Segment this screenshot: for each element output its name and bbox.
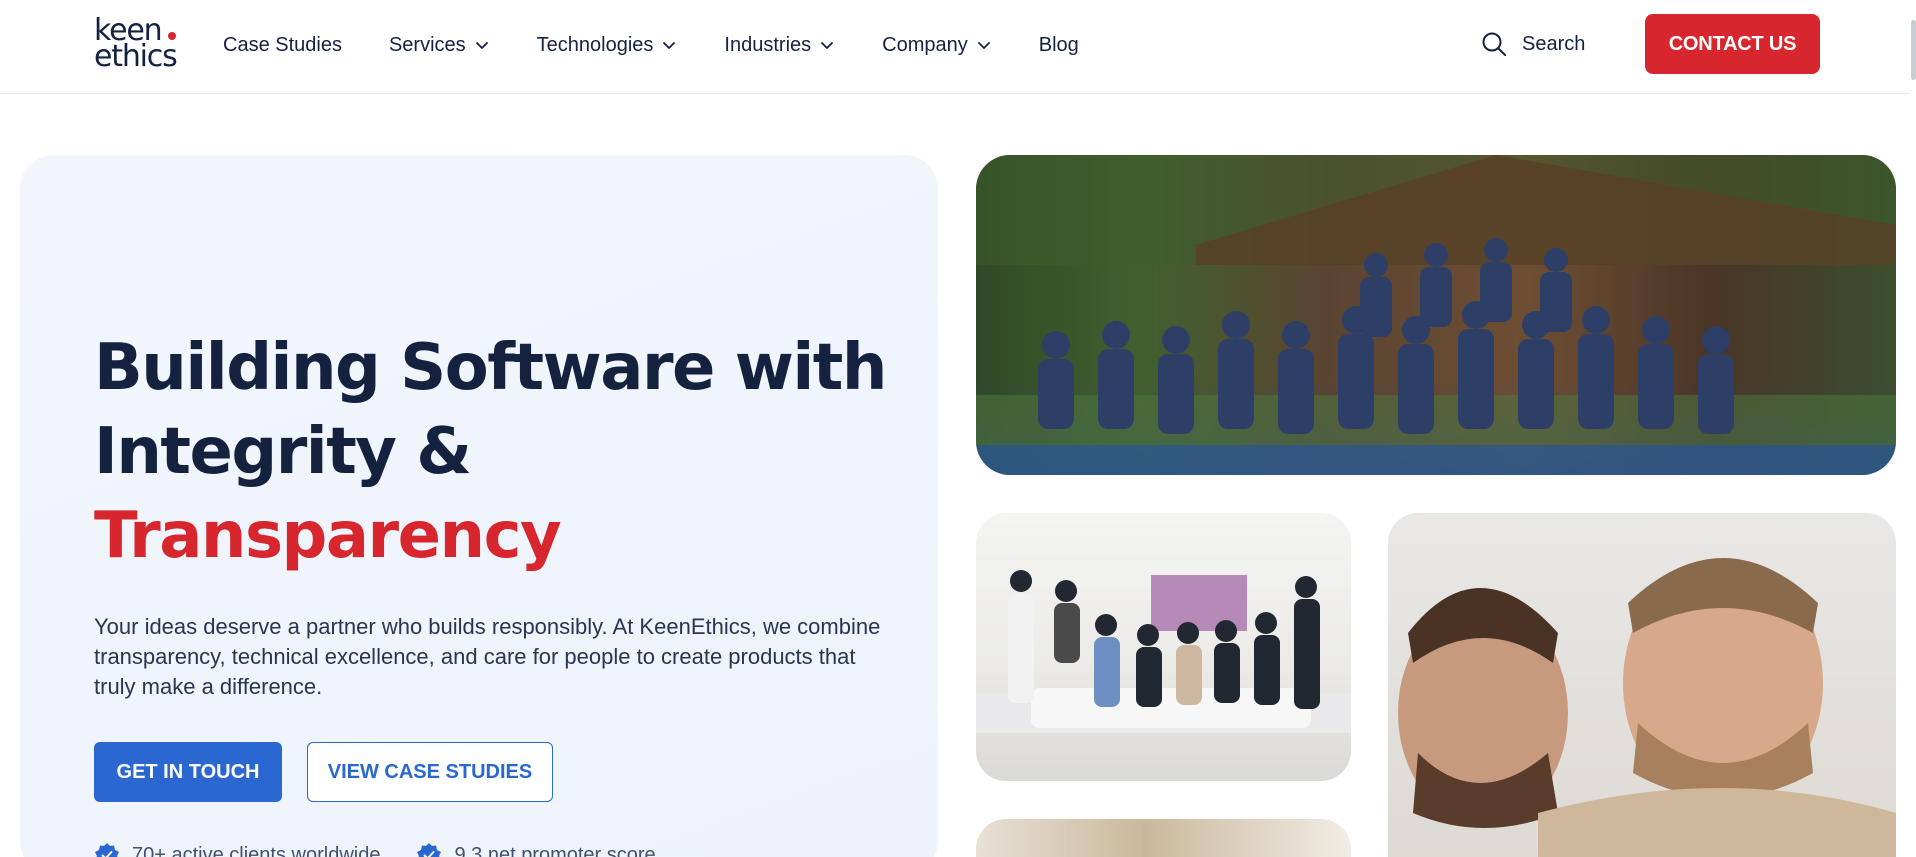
verified-badge-icon [95, 843, 119, 857]
nav-item-label: Blog [1038, 33, 1079, 56]
view-case-studies-button[interactable]: VIEW CASE STUDIES [307, 742, 553, 802]
nav-item-label: Industries [724, 33, 812, 56]
stat-label: 9.3 net promoter score [454, 843, 656, 857]
nav-item-case-studies[interactable]: Case Studies [223, 34, 342, 57]
get-in-touch-button[interactable]: GET IN TOUCH [94, 742, 282, 802]
scrollbar[interactable] [1910, 0, 1916, 857]
site-header: keen ethics Case Studies Services Techno… [0, 0, 1916, 94]
hero-description: Your ideas deserve a partner who builds … [94, 614, 881, 699]
team-photo-illustration [976, 155, 1896, 475]
nav-item-technologies[interactable]: Technologies [537, 34, 678, 57]
hero-stats: 70+ active clients worldwide 9.3 net pro… [94, 842, 692, 857]
stat-item: 9.3 net promoter score [416, 842, 656, 857]
hero-title-line1: Building Software with [94, 331, 887, 405]
hero-title-line2: Integrity & [94, 415, 472, 489]
scrollbar-thumb[interactable] [1911, 20, 1916, 80]
stat-item: 70+ active clients worldwide [94, 842, 380, 857]
search-button[interactable]: Search [1480, 30, 1585, 58]
main-nav: Case Studies Services Technologies Indus… [223, 30, 1126, 60]
team-photo [976, 155, 1896, 475]
chevron-down-icon [663, 42, 676, 49]
nav-item-label: Company [882, 33, 968, 56]
nav-item-blog[interactable]: Blog [1039, 34, 1079, 57]
nav-item-label: Case Studies [223, 33, 342, 56]
keenethics-logo[interactable]: keen ethics [94, 16, 186, 74]
contact-us-button[interactable]: CONTACT US [1645, 14, 1820, 74]
nav-item-services[interactable]: Services [389, 34, 490, 57]
developers-photo [1388, 513, 1896, 857]
chevron-down-icon [977, 42, 990, 49]
nav-item-industries[interactable]: Industries [724, 34, 835, 57]
search-label: Search [1522, 32, 1586, 55]
hero-title: Building Software with Integrity & Trans… [94, 326, 894, 578]
chevron-down-icon [821, 42, 834, 49]
workspace-photo [976, 819, 1351, 857]
developers-photo-illustration [1398, 558, 1896, 857]
hero-title-highlight: Transparency [94, 499, 562, 573]
nav-item-label: Technologies [536, 33, 654, 56]
search-icon [1482, 32, 1506, 56]
nav-item-company[interactable]: Company [882, 34, 992, 57]
verified-badge-icon [417, 843, 442, 857]
office-photo-illustration [976, 570, 1351, 733]
logo-line2: ethics [94, 39, 178, 74]
nav-item-label: Services [388, 33, 466, 56]
office-photo [976, 513, 1351, 781]
chevron-down-icon [475, 42, 488, 49]
stat-label: 70+ active clients worldwide [132, 843, 381, 857]
